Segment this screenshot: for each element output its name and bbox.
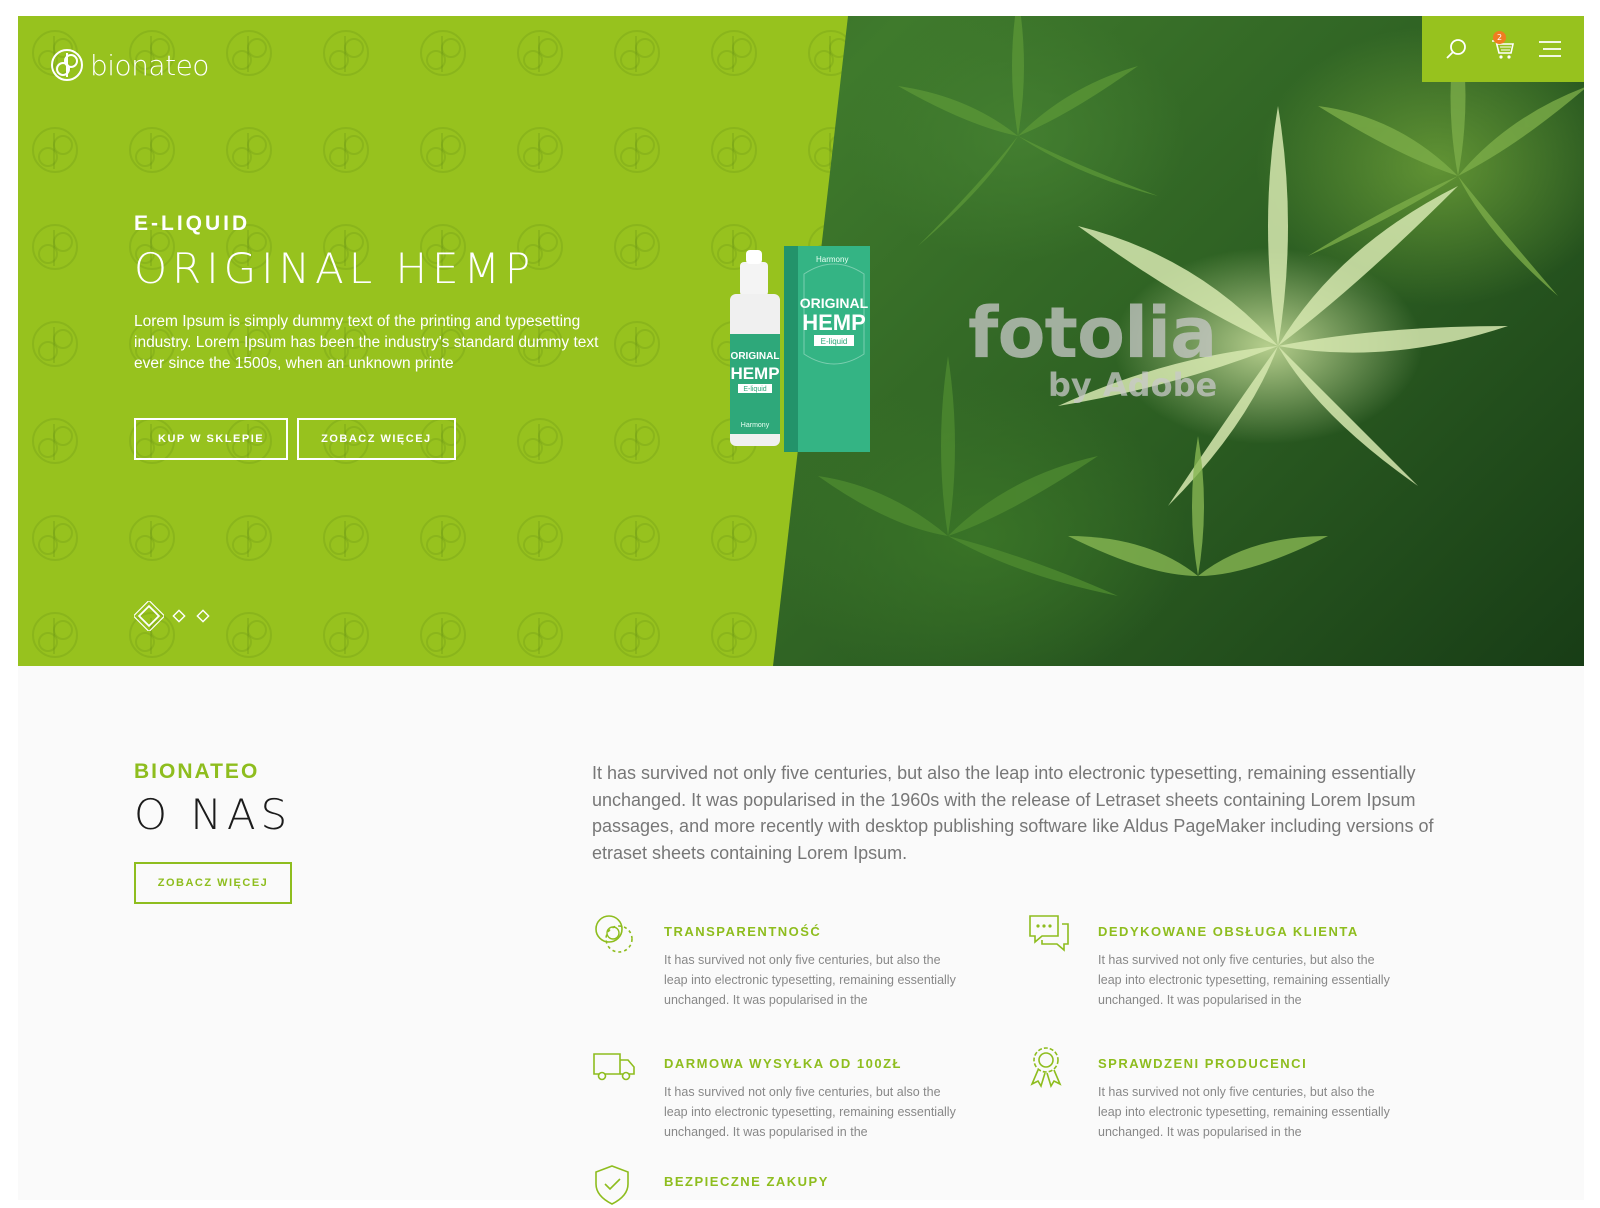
slide-dot-2[interactable] (170, 607, 188, 625)
feature-description: It has survived not only five centuries,… (1098, 953, 1390, 1007)
feature-title: DEDYKOWANE OBSŁUGA KLIENTA (1098, 924, 1359, 939)
feature-title: SPRAWDZENI PRODUCENCI (1098, 1056, 1308, 1071)
feature-description: It has survived not only five centuries,… (664, 953, 956, 1007)
search-button[interactable] (1440, 33, 1472, 65)
hero-description: Lorem Ipsum is simply dummy text of the … (134, 313, 599, 372)
circles-icon (595, 915, 633, 953)
hero-buttons: KUP W SKLEPIE ZOBACZ WIĘCEJ (134, 418, 456, 460)
about-eyebrow: BIONATEO (134, 760, 260, 783)
cart-count-badge: 2 (1492, 31, 1506, 44)
about-text: It has survived not only five centuries,… (592, 763, 1434, 863)
search-icon (1446, 39, 1466, 59)
chat-icon (1029, 915, 1069, 952)
brand-name: bionateo (90, 48, 209, 82)
feature-description: It has survived not only five centuries,… (1098, 1085, 1390, 1139)
hero-title: ORIGINAL HEMP (134, 244, 536, 293)
top-action-bar: 2 (1422, 16, 1584, 82)
product-image: Harmony ORIGINAL HEMP E-liquid ORIGINAL … (730, 246, 870, 452)
shop-button[interactable]: KUP W SKLEPIE (134, 418, 289, 460)
feature-description: It has survived not only five centuries,… (664, 1085, 956, 1139)
box-brand: Harmony (816, 255, 848, 264)
feature-title: DARMOWA WYSYŁKA OD 100ZŁ (664, 1056, 902, 1071)
box-line1: ORIGINAL (800, 295, 869, 311)
hero-copy: E-LIQUID ORIGINAL HEMP Lorem Ipsum is si… (134, 212, 634, 374)
cart-button[interactable]: 2 (1487, 31, 1519, 65)
feature-title: BEZPIECZNE ZAKUPY (664, 1174, 829, 1189)
see-more-button[interactable]: ZOBACZ WIĘCEJ (297, 418, 456, 460)
menu-button[interactable] (1534, 33, 1566, 65)
slider-pagination (134, 601, 212, 631)
slide-dot-1-active[interactable] (134, 601, 164, 631)
bottle-brand: Harmony (741, 422, 770, 429)
hero-eyebrow: E-LIQUID (134, 212, 251, 235)
page: fotolia by Adobe bionateo 2 E-LIQUID ORI… (18, 16, 1584, 1205)
truck-icon (593, 1053, 635, 1081)
award-icon (1030, 1047, 1062, 1088)
bottle-line2: HEMP (730, 364, 779, 383)
feature-title: TRANSPARENTNOŚĆ (664, 924, 822, 939)
about-heading: BIONATEO O NAS (134, 760, 292, 839)
box-line3: E-liquid (821, 337, 848, 346)
bionateo-logo-icon (51, 49, 83, 81)
menu-icon (1539, 41, 1562, 57)
bottle-line1: ORIGINAL (731, 351, 780, 362)
box-line2: HEMP (802, 310, 866, 335)
bottle-line3: E-liquid (743, 386, 766, 393)
hero-slider: fotolia by Adobe bionateo 2 E-LIQUID ORI… (18, 16, 1584, 666)
about-title: O NAS (134, 790, 293, 839)
about-see-more-button[interactable]: ZOBACZ WIĘCEJ (134, 862, 292, 904)
brand-logo[interactable]: bionateo (50, 48, 209, 82)
shield-check-icon (595, 1165, 629, 1205)
slide-dot-3[interactable] (194, 607, 212, 625)
